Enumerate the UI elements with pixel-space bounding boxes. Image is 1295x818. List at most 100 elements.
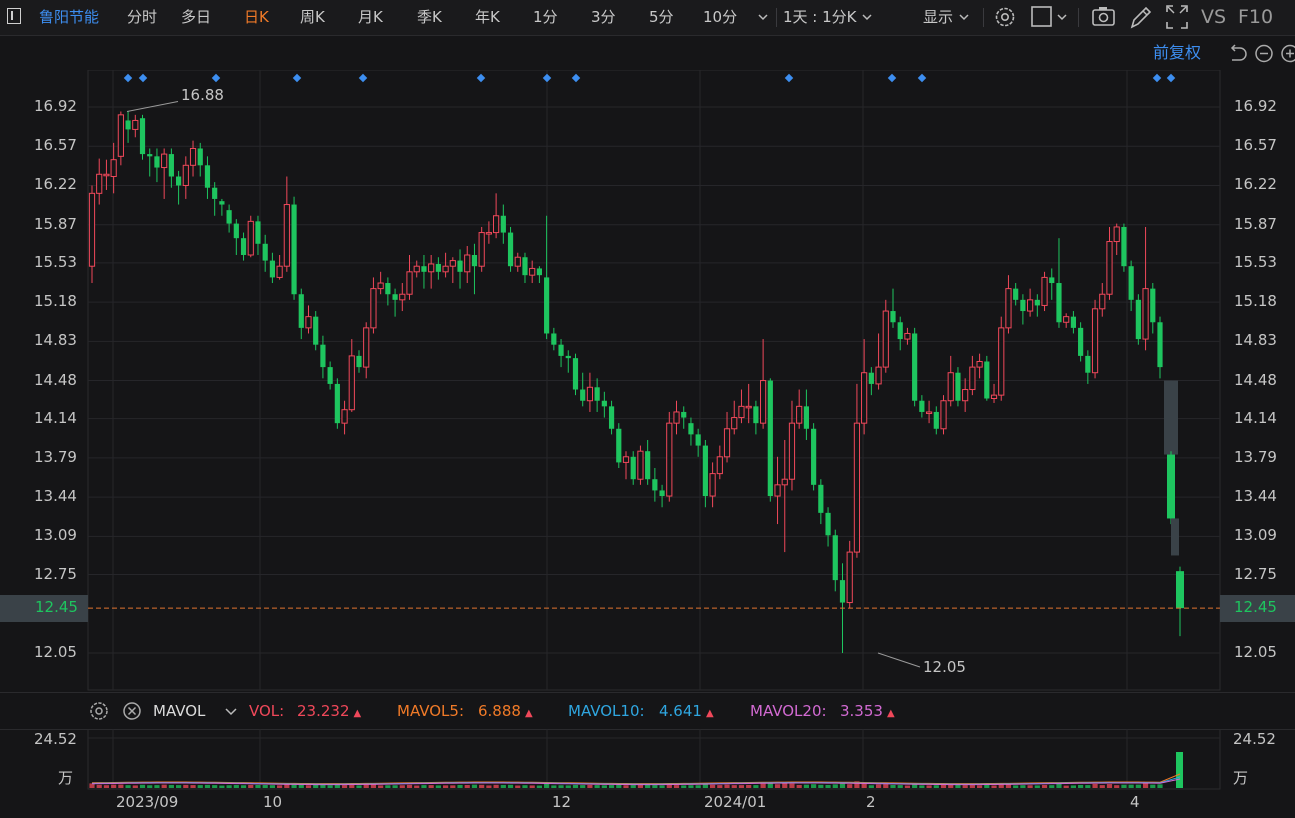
candle[interactable] (622, 456, 630, 463)
settings-gear-icon[interactable] (993, 0, 1017, 35)
tab-10min[interactable]: 10分 (703, 0, 737, 35)
candle[interactable] (919, 400, 925, 412)
candle[interactable] (161, 153, 168, 169)
candlestick-chart[interactable] (0, 70, 1295, 692)
candle[interactable] (334, 383, 340, 424)
event-marker-icon[interactable] (292, 73, 302, 83)
zoom-in-icon[interactable] (1280, 36, 1295, 71)
tab-multiday[interactable]: 多日 (181, 0, 211, 35)
event-marker-icon[interactable] (1166, 73, 1176, 83)
candle[interactable] (912, 333, 918, 401)
candle[interactable] (514, 256, 521, 267)
candle[interactable] (825, 512, 831, 536)
candle[interactable] (544, 277, 550, 334)
candle[interactable] (1128, 266, 1134, 300)
candle[interactable] (132, 119, 139, 130)
candle[interactable] (616, 428, 622, 463)
candle[interactable] (175, 176, 182, 186)
candle[interactable] (240, 238, 247, 255)
camera-icon[interactable] (1091, 0, 1117, 35)
candle[interactable] (1157, 322, 1163, 368)
candle[interactable] (998, 327, 1005, 396)
tab-5min[interactable]: 5分 (649, 0, 674, 35)
candle[interactable] (117, 114, 124, 157)
candle[interactable] (320, 344, 326, 368)
candle[interactable] (984, 361, 990, 399)
candle[interactable] (399, 293, 406, 301)
candle[interactable] (1135, 299, 1141, 340)
candle[interactable] (723, 428, 731, 458)
candle[interactable] (313, 316, 319, 345)
candle[interactable] (904, 332, 911, 340)
candle[interactable] (255, 221, 261, 244)
candle[interactable] (969, 366, 976, 391)
candle[interactable] (853, 422, 861, 553)
candle[interactable] (449, 260, 456, 267)
candle[interactable] (659, 490, 665, 497)
vs-compare-button[interactable]: VS (1201, 0, 1226, 35)
candle[interactable] (868, 372, 874, 384)
candle[interactable] (861, 372, 868, 424)
candle[interactable] (681, 411, 687, 418)
candle[interactable] (803, 406, 810, 429)
candle[interactable] (1070, 316, 1077, 328)
candle[interactable] (341, 409, 348, 424)
candle[interactable] (890, 311, 896, 323)
candle[interactable] (630, 456, 636, 480)
candle[interactable] (428, 263, 435, 273)
candle[interactable] (811, 428, 817, 485)
candle[interactable] (818, 484, 824, 513)
candle[interactable] (356, 355, 362, 368)
candle[interactable] (212, 187, 218, 199)
event-marker-icon[interactable] (138, 73, 148, 83)
candle[interactable] (702, 445, 708, 497)
candle[interactable] (1078, 327, 1084, 356)
candle[interactable] (457, 260, 463, 272)
candle[interactable] (709, 473, 716, 497)
candle[interactable] (594, 387, 600, 401)
tab-intraday[interactable]: 分时 (127, 0, 157, 35)
candle[interactable] (363, 327, 370, 368)
candle[interactable] (832, 535, 838, 581)
candle[interactable] (976, 361, 983, 368)
candle[interactable] (716, 456, 723, 475)
tab-monthly-k[interactable]: 月K (358, 0, 383, 35)
candle[interactable] (738, 405, 745, 419)
candle[interactable] (529, 267, 536, 276)
event-marker-icon[interactable] (358, 73, 368, 83)
candle[interactable] (233, 223, 239, 239)
candle[interactable] (774, 484, 781, 497)
candle[interactable] (565, 355, 571, 359)
candle[interactable] (796, 405, 803, 424)
candle[interactable] (139, 118, 146, 155)
candle[interactable] (110, 159, 117, 178)
candle[interactable] (435, 263, 441, 272)
candle[interactable] (1121, 226, 1127, 267)
candle[interactable] (219, 201, 225, 205)
indicator-select[interactable]: MAVOL (153, 693, 205, 729)
candle[interactable] (875, 366, 882, 385)
candle[interactable] (1034, 299, 1040, 306)
candle[interactable] (839, 580, 846, 603)
event-marker-icon[interactable] (917, 73, 927, 83)
event-marker-icon[interactable] (571, 73, 581, 83)
candle[interactable] (1013, 288, 1019, 300)
candle[interactable] (753, 406, 759, 424)
candle[interactable] (421, 266, 427, 272)
candle[interactable] (933, 411, 939, 429)
candle[interactable] (760, 380, 767, 424)
zoom-out-icon[interactable] (1254, 36, 1274, 71)
reset-view-icon[interactable] (1226, 36, 1248, 71)
candle[interactable] (406, 271, 413, 295)
event-marker-icon[interactable] (784, 73, 794, 83)
candle[interactable] (1056, 283, 1062, 323)
layout-box-icon[interactable] (1030, 0, 1070, 35)
candle[interactable] (298, 294, 304, 328)
event-marker-icon[interactable] (123, 73, 133, 83)
candle[interactable] (558, 344, 564, 356)
candle[interactable] (377, 282, 384, 290)
candle[interactable] (464, 254, 471, 273)
candle[interactable] (1091, 308, 1099, 374)
candle[interactable] (471, 254, 478, 267)
candle[interactable] (990, 394, 998, 399)
